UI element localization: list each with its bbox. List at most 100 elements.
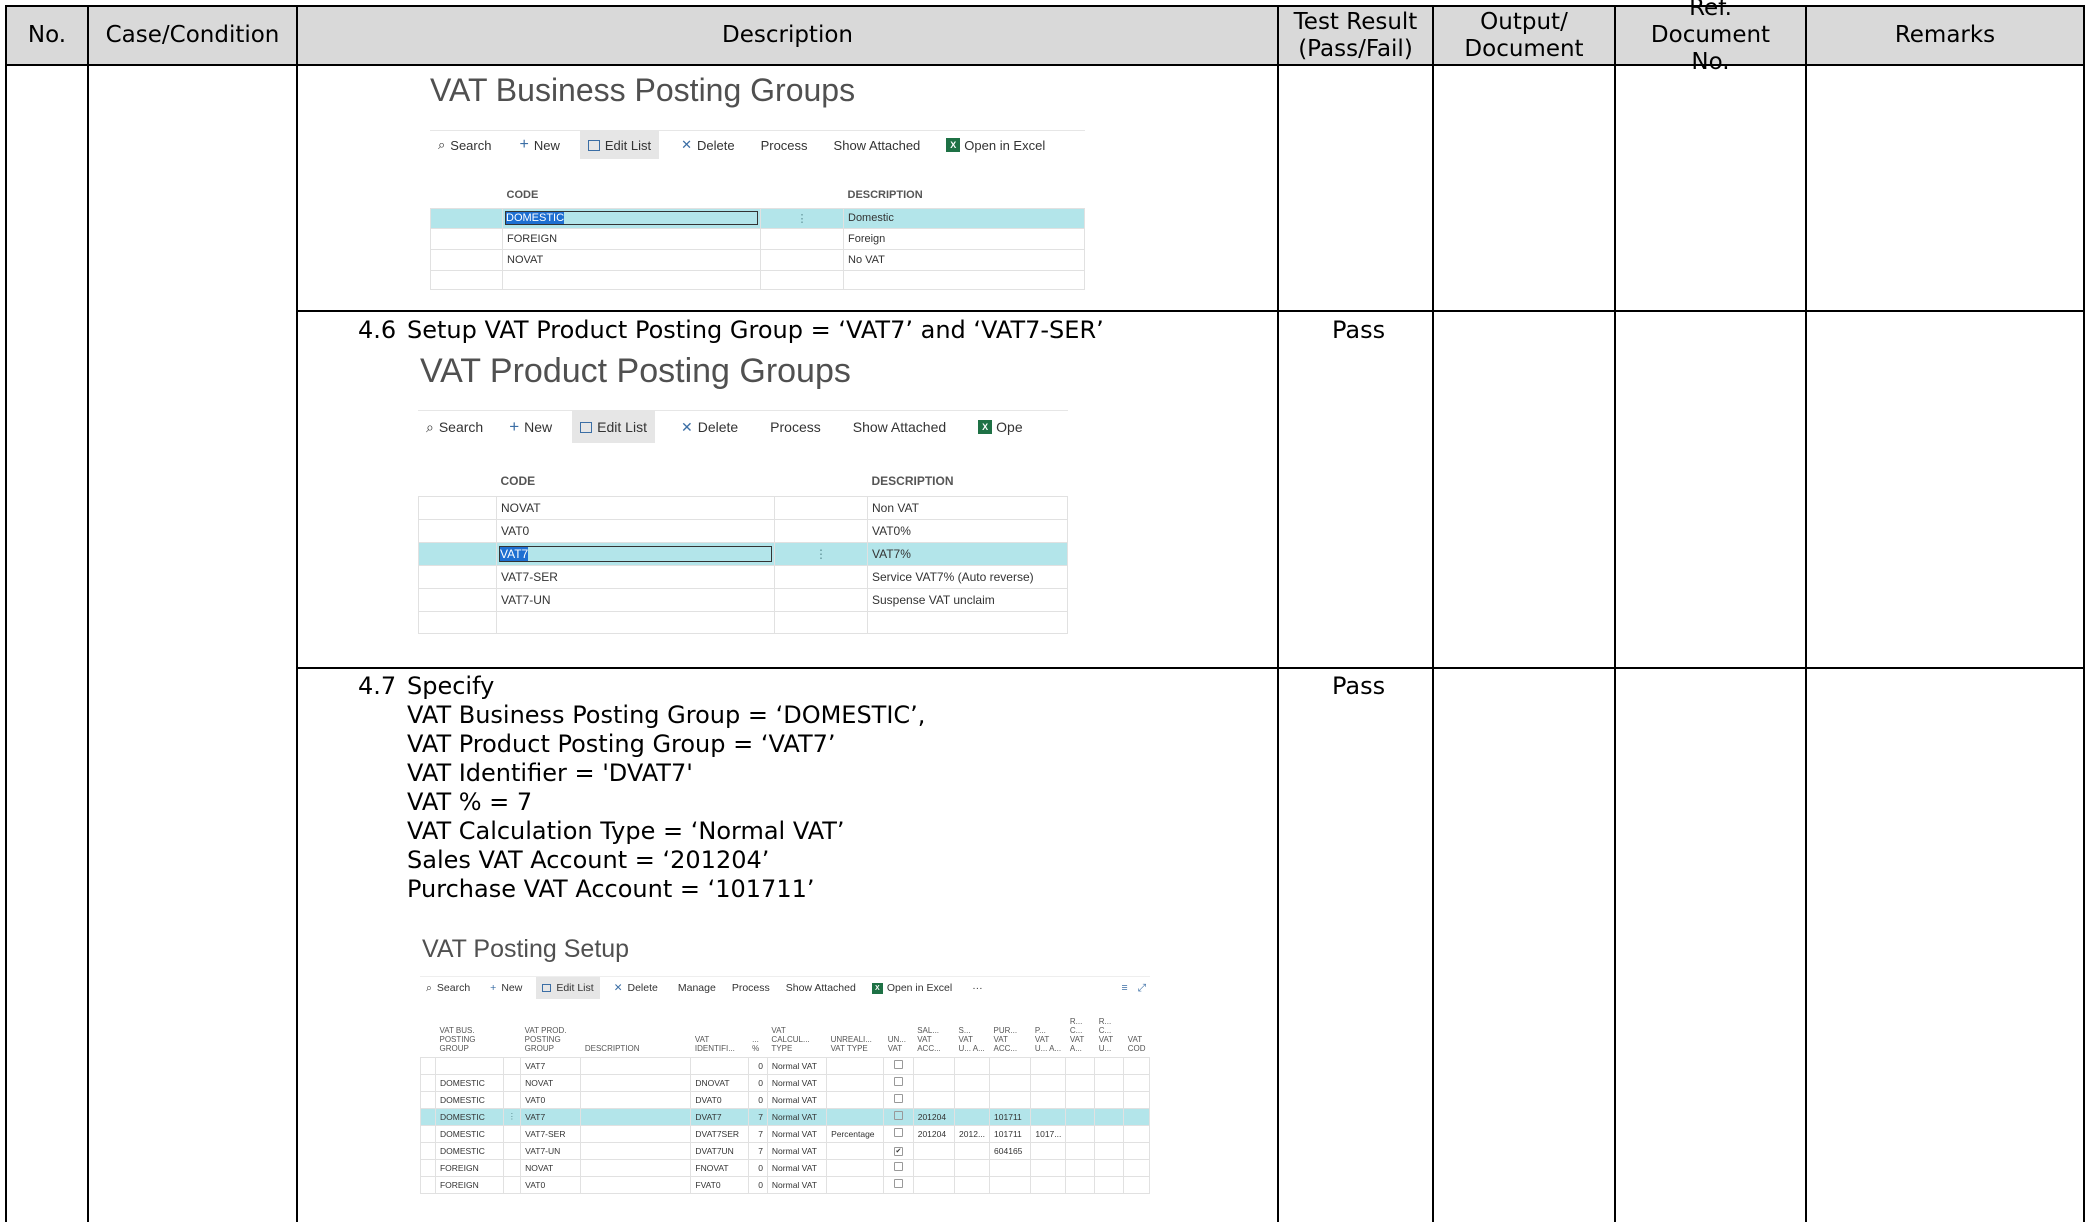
delete-action[interactable]: ✕ Delete bbox=[673, 131, 742, 159]
table-cell: Normal VAT bbox=[766, 1073, 828, 1092]
step-4-7-number: 4.7 bbox=[358, 672, 397, 700]
table-cell bbox=[580, 1073, 692, 1092]
code-input[interactable]: VAT7 bbox=[499, 545, 772, 562]
search-action[interactable]: ⌕ Search bbox=[418, 411, 491, 443]
process-action[interactable]: Process bbox=[753, 131, 816, 159]
open-in-excel-action[interactable]: X Open in Excel bbox=[938, 131, 1053, 159]
row-menu-icon[interactable]: ⋮ bbox=[797, 213, 808, 225]
table-row[interactable]: DOMESTIC VAT7-SER DVAT7SER 7 Normal VAT Perce… bbox=[420, 1124, 1150, 1143]
edit-list-action[interactable]: Edit List bbox=[579, 131, 660, 159]
unrealized-vat-checkbox[interactable] bbox=[893, 1128, 903, 1137]
table-row[interactable]: DOMESTIC ⋮ Domestic bbox=[430, 207, 1085, 229]
code-input[interactable]: DOMESTIC bbox=[505, 211, 758, 225]
row-divider-1 bbox=[296, 310, 2085, 312]
table-cell bbox=[883, 1124, 914, 1143]
column-header: R... C... VAT A... bbox=[1069, 1016, 1085, 1053]
row-menu-icon[interactable]: ⋮ bbox=[508, 1111, 517, 1121]
table-cell bbox=[1065, 1107, 1096, 1126]
unrealized-vat-checkbox[interactable] bbox=[893, 1094, 903, 1103]
business-groups-grid: CODE DESCRIPTION DOMESTIC ⋮ Domestic FOR… bbox=[430, 182, 1085, 290]
row-spacer bbox=[420, 1056, 436, 1075]
row-spacer bbox=[420, 1124, 436, 1143]
list-view-icon[interactable]: ≡ bbox=[1115, 977, 1133, 999]
table-cell: DOMESTIC bbox=[434, 1141, 504, 1160]
row-menu-cell[interactable] bbox=[502, 1073, 522, 1092]
table-cell bbox=[954, 1175, 991, 1194]
table-row[interactable]: DOMESTIC VAT7-UN DVAT7UN 7 Normal VAT ✔ 604165 bbox=[420, 1141, 1150, 1160]
row-menu-cell[interactable] bbox=[502, 1141, 522, 1160]
search-action[interactable]: ⌕ Search bbox=[420, 977, 476, 999]
unrealized-vat-checkbox[interactable] bbox=[893, 1111, 903, 1120]
show-attached-action[interactable]: Show Attached bbox=[780, 977, 862, 999]
table-row[interactable] bbox=[418, 610, 1068, 634]
open-in-excel-action[interactable]: X Ope bbox=[970, 411, 1030, 443]
table-row[interactable]: DOMESTIC NOVAT DNOVAT 0 Normal VAT bbox=[420, 1073, 1150, 1092]
table-cell bbox=[826, 1073, 885, 1092]
table-row[interactable]: FOREIGN Foreign bbox=[430, 227, 1085, 250]
delete-action[interactable]: ✕ Delete bbox=[608, 977, 664, 999]
table-row[interactable] bbox=[430, 269, 1085, 290]
edit-list-action[interactable]: Edit List bbox=[536, 977, 600, 999]
show-attached-action[interactable]: Show Attached bbox=[826, 131, 929, 159]
step-4-7-line-5: VAT % = 7 bbox=[407, 788, 533, 816]
delete-action[interactable]: ✕ Delete bbox=[673, 411, 746, 443]
header-description: Description bbox=[298, 7, 1277, 64]
more-actions-button[interactable]: ··· bbox=[966, 977, 989, 999]
table-row[interactable]: NOVAT No VAT bbox=[430, 248, 1085, 271]
search-action[interactable]: ⌕ Search bbox=[430, 131, 499, 159]
table-cell bbox=[1094, 1158, 1125, 1177]
table-cell bbox=[989, 1175, 1032, 1194]
row-menu-cell[interactable] bbox=[502, 1175, 522, 1194]
table-row[interactable]: VAT0 VAT0% bbox=[418, 518, 1068, 543]
table-cell: 0 bbox=[747, 1175, 768, 1194]
row-menu-cell[interactable] bbox=[502, 1090, 522, 1109]
table-row[interactable]: VAT7 0 Normal VAT bbox=[420, 1056, 1150, 1075]
row-menu-cell[interactable]: ⋮ bbox=[502, 1107, 522, 1126]
column-header: VAT COD bbox=[1127, 1034, 1146, 1053]
column-header: VAT BUS. POSTING GROUP bbox=[439, 1025, 476, 1053]
table-row[interactable]: DOMESTIC VAT0 DVAT0 0 Normal VAT bbox=[420, 1090, 1150, 1109]
table-row[interactable]: FOREIGN VAT0 FVAT0 0 Normal VAT bbox=[420, 1175, 1150, 1194]
expand-icon[interactable]: ⤢ bbox=[1134, 977, 1150, 999]
step-4-7-line-8: Purchase VAT Account = ‘101711’ bbox=[407, 875, 815, 903]
unrealized-vat-checkbox[interactable] bbox=[893, 1077, 903, 1086]
unrealized-vat-checkbox[interactable]: ✔ bbox=[893, 1147, 903, 1156]
row-spacer bbox=[420, 1107, 436, 1126]
col-divider-2 bbox=[296, 5, 298, 1222]
table-cell bbox=[883, 1107, 914, 1126]
search-icon: ⌕ bbox=[438, 137, 446, 152]
show-attached-action[interactable]: Show Attached bbox=[845, 411, 954, 443]
table-row[interactable]: FOREIGN NOVAT FNOVAT 0 Normal VAT bbox=[420, 1158, 1150, 1177]
manage-action[interactable]: Manage bbox=[672, 977, 722, 999]
new-action[interactable]: + New bbox=[484, 977, 528, 999]
row-menu-cell[interactable] bbox=[502, 1056, 522, 1075]
process-action[interactable]: Process bbox=[726, 977, 776, 999]
row-menu-icon[interactable]: ⋮ bbox=[815, 547, 827, 561]
table-row[interactable]: VAT7-SER Service VAT7% (Auto reverse) bbox=[418, 564, 1068, 589]
table-cell: VAT7 bbox=[520, 1107, 582, 1126]
column-header: SAL... VAT ACC... bbox=[917, 1025, 941, 1053]
table-row[interactable]: NOVAT Non VAT bbox=[418, 495, 1068, 520]
row-menu-cell[interactable] bbox=[502, 1124, 522, 1143]
table-row[interactable]: VAT7 ⋮ VAT7% bbox=[418, 541, 1068, 566]
unrealized-vat-checkbox[interactable] bbox=[893, 1179, 903, 1188]
unrealized-vat-checkbox[interactable] bbox=[893, 1162, 903, 1171]
table-row[interactable]: DOMESTIC ⋮ VAT7 DVAT7 7 Normal VAT 201204 10171… bbox=[420, 1107, 1150, 1126]
header-case: Case/Condition bbox=[89, 7, 296, 64]
column-header: VAT CALCUL... TYPE bbox=[771, 1025, 810, 1053]
table-cell: VAT0 bbox=[520, 1175, 582, 1194]
unrealized-vat-checkbox[interactable] bbox=[893, 1060, 903, 1069]
delete-icon: ✕ bbox=[681, 137, 692, 152]
edit-list-action[interactable]: Edit List bbox=[572, 411, 655, 443]
table-cell bbox=[1065, 1124, 1096, 1143]
table-cell bbox=[883, 1090, 914, 1109]
new-action[interactable]: + New bbox=[501, 411, 560, 443]
process-action[interactable]: Process bbox=[762, 411, 829, 443]
table-cell bbox=[912, 1175, 956, 1194]
open-in-excel-action[interactable]: X Open in Excel bbox=[866, 977, 958, 999]
new-action[interactable]: + New bbox=[511, 131, 567, 159]
row-menu-cell[interactable] bbox=[502, 1158, 522, 1177]
column-header: ... % bbox=[752, 1034, 760, 1053]
table-row[interactable]: VAT7-UN Suspense VAT unclaim bbox=[418, 587, 1068, 612]
table-cell: DVAT7 bbox=[690, 1107, 749, 1126]
